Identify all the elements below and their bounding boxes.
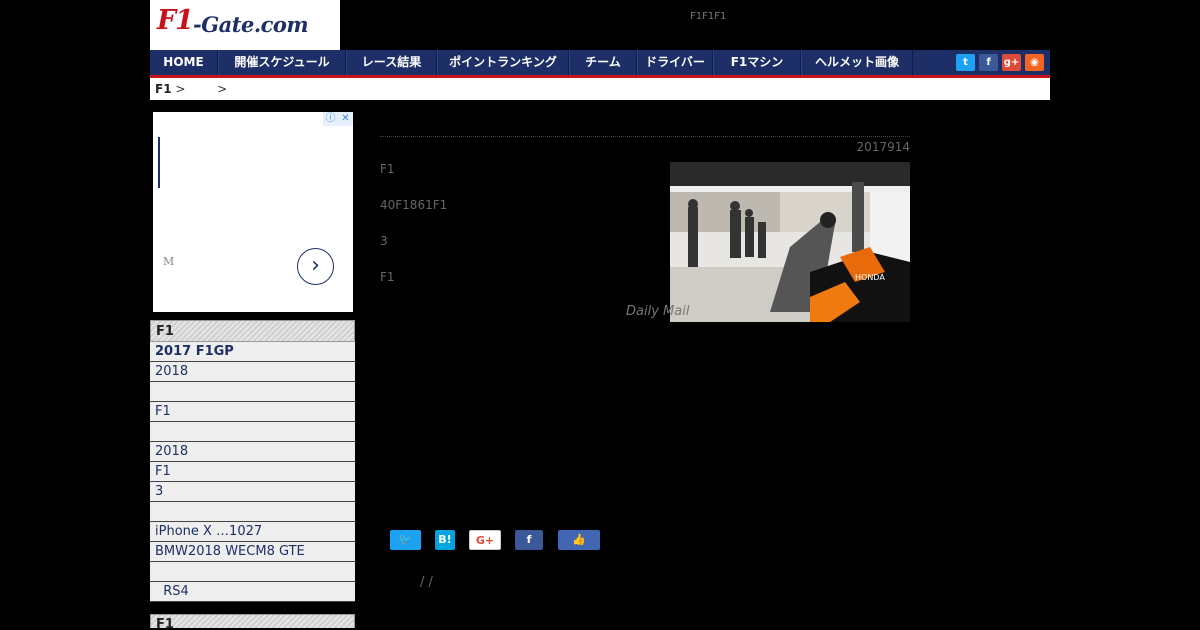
sidebar-link[interactable]: 2018 — [150, 362, 355, 382]
ad-choices[interactable]: ⓘ ✕ — [323, 112, 353, 126]
logo-f1-text: F1 — [157, 5, 194, 36]
sidebar-section-title: F1 — [150, 614, 355, 628]
google-plus-share-button[interactable]: G+ — [469, 530, 501, 550]
close-icon[interactable]: ✕ — [338, 112, 353, 126]
info-icon[interactable]: ⓘ — [323, 112, 338, 126]
nav-item[interactable]: F1マシン — [713, 50, 801, 75]
google-plus-icon[interactable]: g+ — [1002, 54, 1021, 71]
article-navigation[interactable]: / / — [420, 575, 433, 590]
article: 2017914 F1 40F1861F1 3 F1 HONDA Daily Ma… — [380, 136, 910, 322]
garage-photo-illustration: HONDA — [670, 162, 910, 322]
breadcrumb-separator: > — [217, 82, 228, 96]
like-button[interactable]: 👍 — [558, 530, 600, 550]
sidebar-section-title: F1 — [150, 320, 355, 342]
nav-item[interactable]: チーム — [569, 50, 637, 75]
article-paragraph: 40F1861F1 — [380, 198, 448, 212]
sidebar-link[interactable] — [150, 502, 355, 522]
sidebar-link[interactable]: 2017 F1GP — [150, 342, 355, 362]
nav-item[interactable]: ヘルメット画像 — [801, 50, 913, 75]
article-date: 2017914 — [856, 140, 910, 154]
sidebar-link[interactable] — [150, 562, 355, 582]
facebook-icon[interactable]: f — [979, 54, 998, 71]
site-tagline: F1F1F1 — [690, 11, 727, 22]
divider — [380, 136, 910, 137]
sidebar-link[interactable]: 2018 — [150, 442, 355, 462]
sidebar-link[interactable]: BMW2018 WECM8 GTE — [150, 542, 355, 562]
nav-item[interactable]: 開催スケジュール — [218, 50, 346, 75]
site-logo[interactable]: F1 -Gate.com — [150, 0, 340, 50]
article-photo: HONDA — [670, 162, 910, 322]
ad-label: M — [163, 255, 175, 268]
social-links: t f g+ ◉ — [956, 54, 1044, 71]
sidebar-link[interactable] — [150, 382, 355, 402]
sidebar-link[interactable]: iPhone X …1027 — [150, 522, 355, 542]
sidebar-link[interactable] — [150, 422, 355, 442]
sidebar-link[interactable]: RS4 — [150, 582, 355, 602]
advertisement[interactable]: ⓘ ✕ M › — [153, 112, 353, 312]
breadcrumb: F1 > > — [150, 78, 1050, 100]
article-paragraph: F1 — [380, 162, 395, 176]
twitter-share-button[interactable]: 🐦 — [390, 530, 421, 550]
nav-item[interactable]: ポイントランキング — [437, 50, 569, 75]
twitter-icon[interactable]: t — [956, 54, 975, 71]
breadcrumb-separator: > — [175, 82, 186, 96]
nav-item[interactable]: HOME — [150, 50, 218, 75]
photo-caption: Daily Mail — [626, 304, 690, 319]
breadcrumb-home-link[interactable]: F1 — [155, 82, 172, 96]
article-paragraph: 3 — [380, 234, 388, 248]
sidebar: F1 2017 F1GP 2018 F1 2018 F1 3 iPhone X …1027 B… — [150, 320, 355, 628]
sidebar-link[interactable]: F1 — [150, 402, 355, 422]
nav-item[interactable]: ドライバー — [637, 50, 713, 75]
rss-icon[interactable]: ◉ — [1025, 54, 1044, 71]
hatena-share-button[interactable]: B! — [435, 530, 455, 550]
ad-accent-bar — [158, 137, 160, 188]
main-navigation: HOME 開催スケジュール レース結果 ポイントランキング チーム ドライバー F1マシンヘ… — [150, 50, 1050, 78]
svg-text:HONDA: HONDA — [855, 273, 885, 282]
sidebar-link[interactable]: 3 — [150, 482, 355, 502]
chevron-right-icon[interactable]: › — [297, 248, 334, 285]
sidebar-link[interactable]: F1 — [150, 462, 355, 482]
nav-item[interactable]: レース結果 — [346, 50, 437, 75]
article-paragraph: F1 — [380, 270, 395, 284]
logo-gate-text: -Gate.com — [193, 12, 309, 37]
facebook-share-button[interactable]: f — [515, 530, 543, 550]
